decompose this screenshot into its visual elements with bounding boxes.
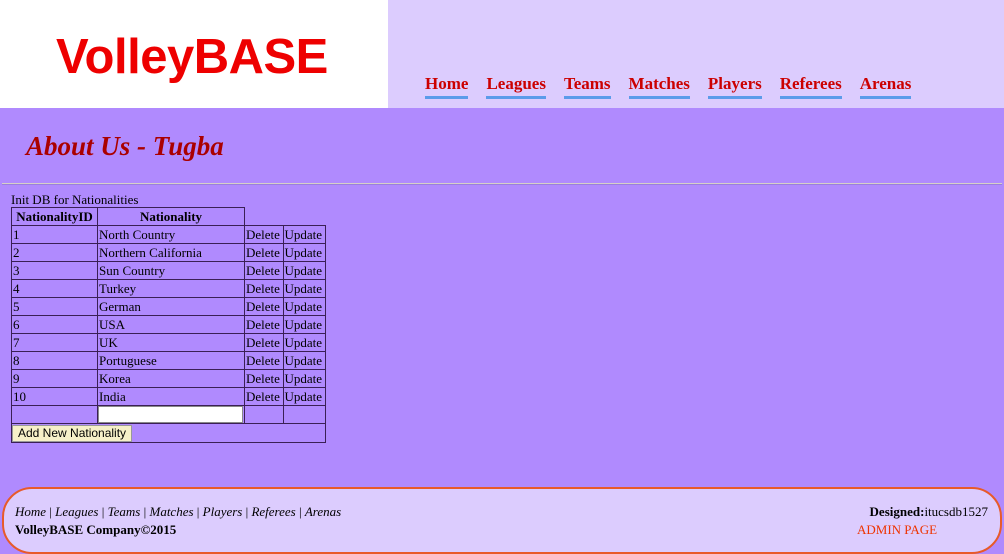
table-row: 6 USA Delete Update <box>11 315 326 334</box>
footer-separator: | <box>295 504 305 519</box>
update-link[interactable]: Update <box>282 333 326 352</box>
update-link[interactable]: Update <box>282 297 326 316</box>
update-link[interactable]: Update <box>282 315 326 334</box>
init-db-label: Init DB for Nationalities <box>11 192 139 207</box>
logo-area: VolleyBASE <box>0 0 388 108</box>
table-header-row: NationalityID Nationality <box>11 207 326 226</box>
header-nationality-id: NationalityID <box>11 207 98 226</box>
delete-link[interactable]: Delete <box>244 297 284 316</box>
update-link[interactable]: Update <box>282 351 326 370</box>
main-nav: Home Leagues Teams Matches Players Refer… <box>425 74 912 99</box>
table-row: 4 Turkey Delete Update <box>11 279 326 298</box>
cell-id: 10 <box>11 387 98 406</box>
table-row: 8 Portuguese Delete Update <box>11 351 326 370</box>
table-row: 1 North Country Delete Update <box>11 225 326 244</box>
designed-value: itucsdb1527 <box>924 504 988 519</box>
cell-empty <box>244 405 284 424</box>
cell-id: 9 <box>11 369 98 388</box>
cell-id: 5 <box>11 297 98 316</box>
nav-players[interactable]: Players <box>707 74 762 99</box>
delete-link[interactable]: Delete <box>244 351 284 370</box>
cell-input <box>97 405 245 424</box>
cell-nationality: India <box>97 387 245 406</box>
nav-referees[interactable]: Referees <box>779 74 842 99</box>
delete-link[interactable]: Delete <box>244 387 284 406</box>
table-row: 10 India Delete Update <box>11 387 326 406</box>
cell-nationality: German <box>97 297 245 316</box>
nationalities-table: NationalityID Nationality 1 North Countr… <box>11 207 326 443</box>
add-row: Add New Nationality <box>11 423 326 443</box>
cell-empty <box>282 405 326 424</box>
page-title: About Us - Tugba <box>26 131 224 161</box>
divider <box>2 183 1002 185</box>
delete-link[interactable]: Delete <box>244 279 284 298</box>
cell-nationality: UK <box>97 333 245 352</box>
footer-links: Home | Leagues | Teams | Matches | Playe… <box>15 504 341 520</box>
footer: Home | Leagues | Teams | Matches | Playe… <box>2 487 1002 554</box>
cell-id: 1 <box>11 225 98 244</box>
site-logo[interactable]: VolleyBASE <box>56 27 328 87</box>
nav-arenas[interactable]: Arenas <box>859 74 912 99</box>
new-nationality-input[interactable] <box>98 406 243 423</box>
delete-link[interactable]: Delete <box>244 333 284 352</box>
update-link[interactable]: Update <box>282 279 326 298</box>
table-body: 1 North Country Delete Update 2 Northern… <box>11 225 326 443</box>
cell-nationality: Turkey <box>97 279 245 298</box>
delete-link[interactable]: Delete <box>244 225 284 244</box>
table-row: 2 Northern California Delete Update <box>11 243 326 262</box>
nav-matches[interactable]: Matches <box>628 74 690 99</box>
table-row: 5 German Delete Update <box>11 297 326 316</box>
footer-separator: | <box>193 504 203 519</box>
delete-link[interactable]: Delete <box>244 369 284 388</box>
cell-id: 7 <box>11 333 98 352</box>
designed-by: Designed:itucsdb1527 <box>870 504 988 520</box>
cell-id: 2 <box>11 243 98 262</box>
cell-nationality: Sun Country <box>97 261 245 280</box>
cell-nationality: Northern California <box>97 243 245 262</box>
footer-link-leagues[interactable]: Leagues <box>55 504 98 519</box>
cell-id: 4 <box>11 279 98 298</box>
footer-link-teams[interactable]: Teams <box>108 504 141 519</box>
nav-leagues[interactable]: Leagues <box>486 74 546 99</box>
update-link[interactable]: Update <box>282 243 326 262</box>
company-copyright: VolleyBASE Company©2015 <box>15 522 177 537</box>
header-empty <box>245 208 284 226</box>
header-nav-area: Home Leagues Teams Matches Players Refer… <box>388 0 1004 108</box>
nav-home[interactable]: Home <box>425 74 469 99</box>
nav-teams[interactable]: Teams <box>563 74 611 99</box>
update-link[interactable]: Update <box>282 225 326 244</box>
cell-nationality: Korea <box>97 369 245 388</box>
footer-separator: | <box>98 504 108 519</box>
delete-link[interactable]: Delete <box>244 261 284 280</box>
cell-id: 6 <box>11 315 98 334</box>
update-link[interactable]: Update <box>282 369 326 388</box>
footer-link-home[interactable]: Home <box>15 504 46 519</box>
table-row: 9 Korea Delete Update <box>11 369 326 388</box>
table-row: 3 Sun Country Delete Update <box>11 261 326 280</box>
footer-link-players[interactable]: Players <box>203 504 243 519</box>
footer-link-arenas[interactable]: Arenas <box>305 504 341 519</box>
cell-empty <box>11 405 98 424</box>
table-row: 7 UK Delete Update <box>11 333 326 352</box>
new-nationality-row <box>11 405 326 424</box>
header-nationality: Nationality <box>97 207 245 226</box>
update-link[interactable]: Update <box>282 261 326 280</box>
delete-link[interactable]: Delete <box>244 315 284 334</box>
delete-link[interactable]: Delete <box>244 243 284 262</box>
cell-nationality: USA <box>97 315 245 334</box>
cell-nationality: North Country <box>97 225 245 244</box>
footer-link-matches[interactable]: Matches <box>149 504 193 519</box>
admin-page-link[interactable]: ADMIN PAGE <box>857 522 937 538</box>
footer-separator: | <box>46 504 56 519</box>
header-empty <box>283 208 325 226</box>
add-nationality-button[interactable]: Add New Nationality <box>12 425 133 442</box>
cell-id: 3 <box>11 261 98 280</box>
cell-nationality: Portuguese <box>97 351 245 370</box>
update-link[interactable]: Update <box>282 387 326 406</box>
designed-label: Designed: <box>869 504 925 519</box>
cell-add-button: Add New Nationality <box>11 423 326 443</box>
footer-link-referees[interactable]: Referees <box>251 504 295 519</box>
cell-id: 8 <box>11 351 98 370</box>
